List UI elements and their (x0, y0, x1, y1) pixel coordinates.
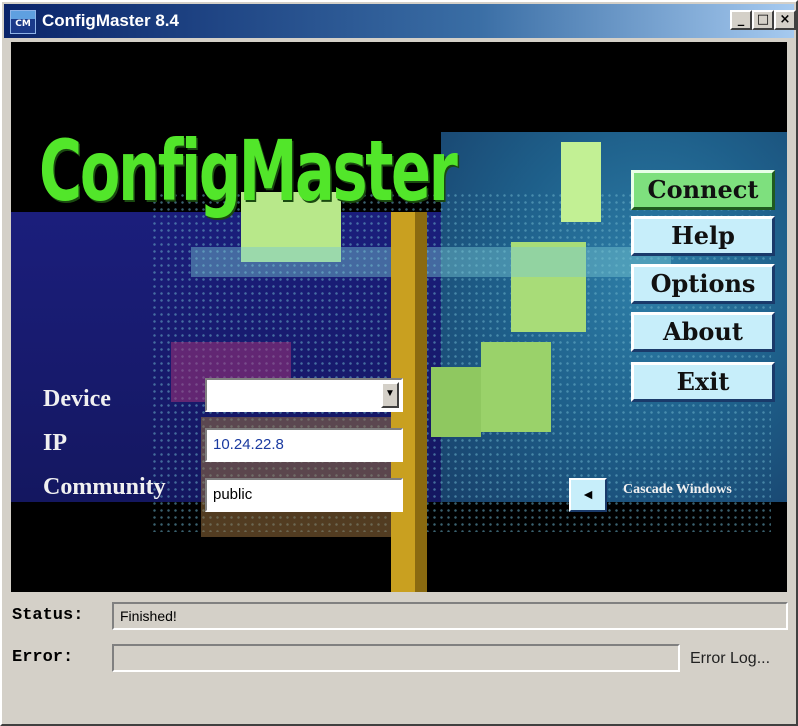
deco-beam (191, 247, 671, 277)
deco-block (431, 367, 481, 437)
help-button[interactable]: Help (631, 216, 775, 256)
options-button[interactable]: Options (631, 264, 775, 304)
deco-block (561, 142, 601, 222)
configmaster-logo: ConfigMaster (39, 122, 458, 220)
splash-canvas: ConfigMaster Connect Help Options About … (11, 42, 787, 592)
app-window: CM ConfigMaster 8.4 _ □ × ConfigMaster C… (0, 0, 798, 726)
cascade-windows-label: Cascade Windows (623, 482, 732, 497)
community-label: Community (43, 474, 166, 500)
connect-button[interactable]: Connect (631, 170, 775, 210)
cm-app-icon[interactable]: CM (10, 10, 36, 34)
ip-label: IP (43, 430, 67, 456)
status-field: Finished! (112, 602, 788, 630)
device-label: Device (43, 386, 111, 412)
exit-button[interactable]: Exit (631, 362, 775, 402)
dropdown-arrow-icon[interactable]: ▼ (381, 382, 399, 408)
deco-pillar-shade (415, 212, 427, 592)
ip-field[interactable]: 10.24.22.8 (205, 428, 403, 462)
community-field[interactable]: public (205, 478, 403, 512)
left-arrow-icon[interactable]: ◄ (569, 478, 607, 512)
error-label: Error: (12, 648, 74, 667)
status-label: Status: (12, 606, 84, 625)
error-field (112, 644, 680, 672)
device-combobox[interactable]: ▼ (205, 378, 403, 412)
error-log-link[interactable]: Error Log... (690, 650, 770, 668)
window-title: ConfigMaster 8.4 (42, 11, 179, 30)
close-button[interactable]: × (774, 10, 796, 30)
title-bar[interactable]: CM ConfigMaster 8.4 _ □ × (4, 4, 796, 38)
minimize-button[interactable]: _ (730, 10, 752, 30)
maximize-button[interactable]: □ (752, 10, 774, 30)
about-button[interactable]: About (631, 312, 775, 352)
deco-block (481, 342, 551, 432)
